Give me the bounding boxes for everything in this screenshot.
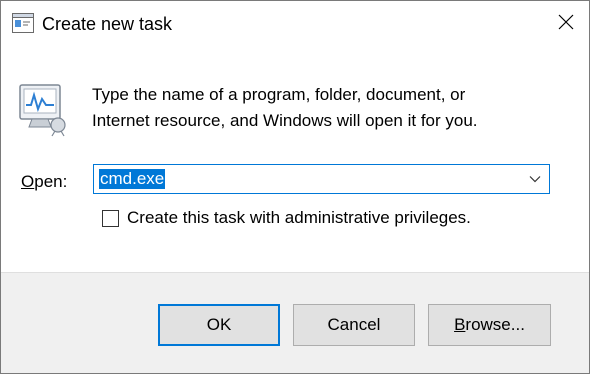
- run-dialog-icon: [12, 13, 34, 33]
- ok-button[interactable]: OK: [158, 304, 280, 346]
- create-new-task-dialog: Create new task Type the name of a progr…: [0, 0, 590, 374]
- close-button[interactable]: [543, 1, 589, 47]
- browse-accelerator: B: [454, 315, 466, 334]
- open-label: Open:: [21, 171, 67, 193]
- cancel-button[interactable]: Cancel: [293, 304, 415, 346]
- browse-button[interactable]: Browse...: [428, 304, 551, 346]
- dropdown-button[interactable]: [521, 165, 549, 193]
- close-icon: [558, 14, 574, 35]
- dialog-title: Create new task: [42, 14, 173, 34]
- open-combobox[interactable]: cmd.exe: [93, 164, 550, 194]
- title-bar[interactable]: Create new task: [1, 1, 589, 47]
- open-input[interactable]: cmd.exe: [99, 169, 166, 189]
- task-manager-icon: [18, 81, 68, 137]
- admin-privileges-option[interactable]: Create this task with administrative pri…: [102, 206, 471, 230]
- admin-privileges-checkbox[interactable]: [102, 209, 119, 227]
- description-line-2: Internet resource, and Windows will open…: [92, 111, 478, 130]
- chevron-down-icon: [529, 170, 541, 188]
- open-label-text: pen:: [34, 172, 68, 191]
- dialog-description: Type the name of a program, folder, docu…: [92, 82, 562, 134]
- dialog-footer: OK Cancel Browse...: [1, 272, 589, 373]
- browse-label-text: rowse...: [465, 315, 525, 334]
- open-label-accelerator: O: [21, 172, 35, 191]
- description-line-1: Type the name of a program, folder, docu…: [92, 85, 466, 104]
- admin-privileges-label[interactable]: Create this task with administrative pri…: [127, 207, 471, 229]
